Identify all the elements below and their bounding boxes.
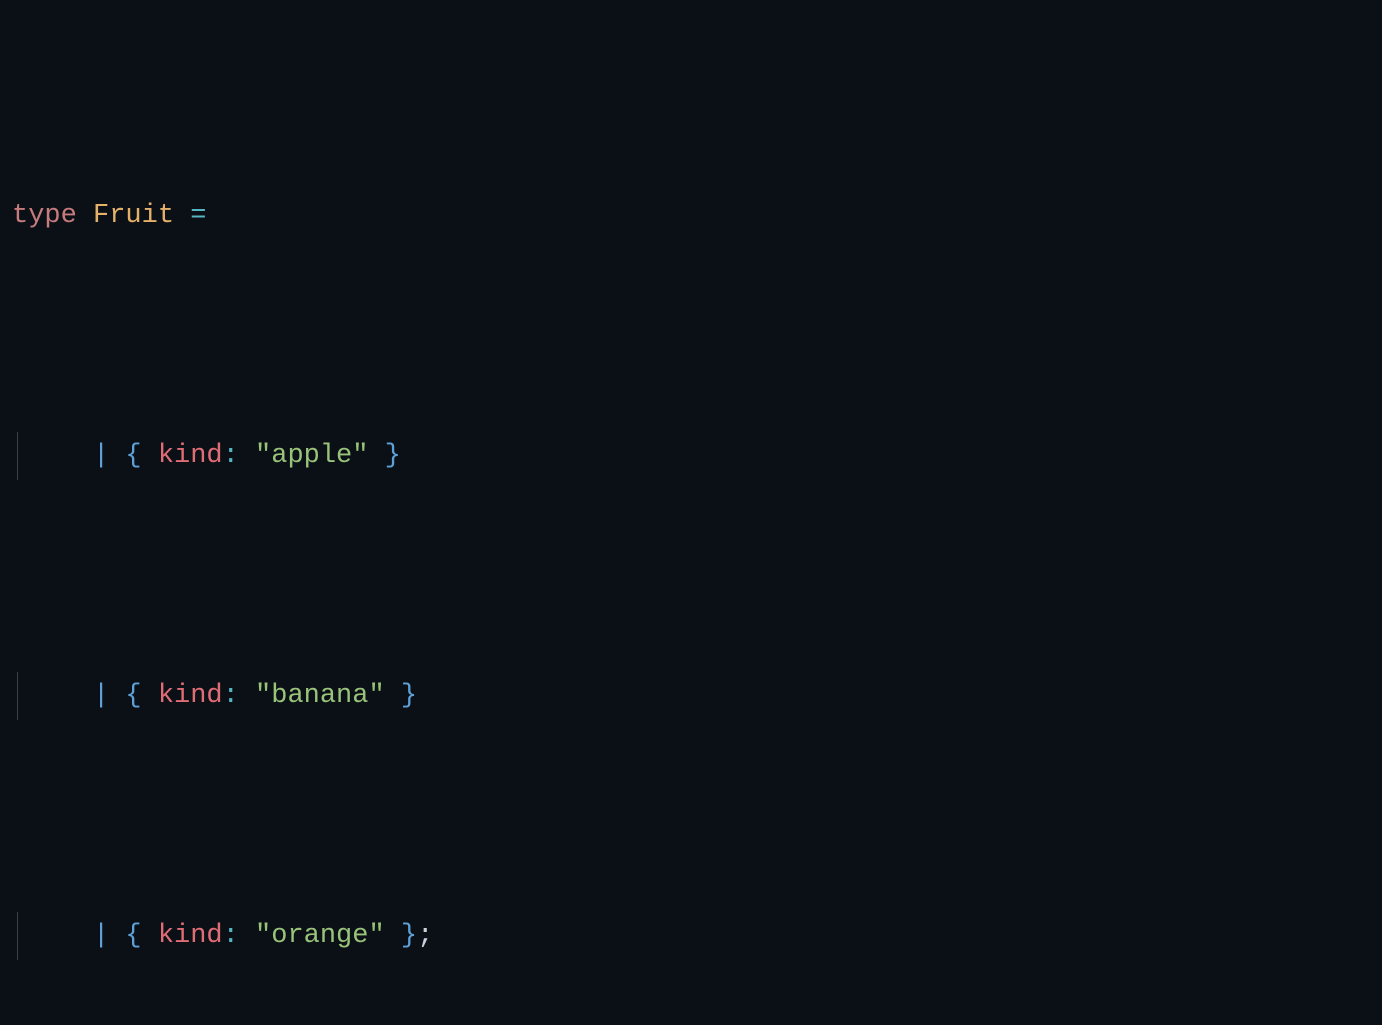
- space: [109, 681, 125, 711]
- brace-open: {: [125, 921, 141, 951]
- brace-close: }: [385, 441, 401, 471]
- space: [174, 201, 190, 231]
- space: [142, 921, 158, 951]
- keyword-type: type: [12, 201, 77, 231]
- semicolon: ;: [417, 921, 433, 951]
- brace-open: {: [125, 681, 141, 711]
- indent: [12, 681, 93, 711]
- string-literal: "orange": [255, 921, 385, 951]
- space: [239, 921, 255, 951]
- brace-open: {: [125, 441, 141, 471]
- colon: :: [223, 441, 239, 471]
- union-pipe: |: [93, 921, 109, 951]
- brace-close: }: [401, 681, 417, 711]
- brace-close: }: [401, 921, 417, 951]
- indent: [12, 441, 93, 471]
- string-literal: "apple": [255, 441, 368, 471]
- space: [385, 681, 401, 711]
- space: [142, 441, 158, 471]
- colon: :: [223, 921, 239, 951]
- prop-key: kind: [158, 681, 223, 711]
- colon: :: [223, 681, 239, 711]
- union-pipe: |: [93, 441, 109, 471]
- equals-op: =: [190, 201, 206, 231]
- prop-key: kind: [158, 921, 223, 951]
- space: [239, 441, 255, 471]
- space: [77, 201, 93, 231]
- string-literal: "banana": [255, 681, 385, 711]
- code-line[interactable]: type Fruit =: [0, 192, 1382, 240]
- code-editor[interactable]: type Fruit = | { kind: "apple" } | { kin…: [0, 0, 1382, 1025]
- code-line[interactable]: | { kind: "apple" }: [0, 432, 1382, 480]
- space: [109, 441, 125, 471]
- space: [239, 681, 255, 711]
- prop-key: kind: [158, 441, 223, 471]
- union-pipe: |: [93, 681, 109, 711]
- space: [385, 921, 401, 951]
- space: [109, 921, 125, 951]
- space: [142, 681, 158, 711]
- indent: [12, 921, 93, 951]
- type-name: Fruit: [93, 201, 174, 231]
- code-line[interactable]: | { kind: "banana" }: [0, 672, 1382, 720]
- code-line[interactable]: | { kind: "orange" };: [0, 912, 1382, 960]
- space: [368, 441, 384, 471]
